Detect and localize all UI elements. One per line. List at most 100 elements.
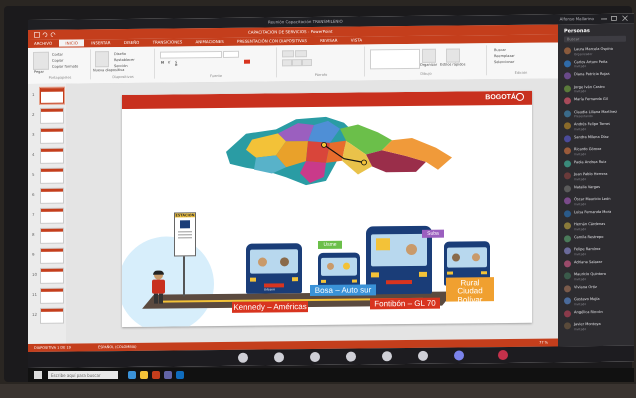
participant-name: Adriana Salazar — [574, 259, 603, 264]
tab-presentacion[interactable]: PRESENTACIÓN CON DIAPOSITIVAS — [231, 37, 313, 45]
raise-hand-icon[interactable] — [382, 351, 392, 362]
slide-thumbnail[interactable]: 6 — [32, 187, 64, 204]
slide-thumbnail[interactable]: 8 — [32, 227, 64, 244]
participant-row[interactable]: Paola Andrea Ruiz — [562, 158, 632, 170]
slides-group: Nueva diapositiva Diseño Restablecer Sec… — [92, 48, 155, 80]
participant-row[interactable]: Felipe Ramírez Invitado — [562, 246, 632, 258]
paste-button[interactable] — [33, 51, 49, 70]
participant-row[interactable]: Hernán Cárdenas Invitado — [562, 221, 632, 233]
file-explorer-icon[interactable] — [140, 371, 148, 379]
bullets-button[interactable] — [282, 50, 294, 58]
layout-button[interactable]: Diseño — [114, 52, 126, 56]
underline-button[interactable]: S — [175, 60, 177, 64]
participant-row[interactable]: Diana Patricia Rojas — [562, 71, 632, 83]
taskbar-search[interactable]: Escribe aquí para buscar — [48, 371, 118, 379]
tab-revisar[interactable]: REVISAR — [314, 37, 343, 44]
share-screen-icon[interactable] — [310, 351, 320, 363]
tab-transiciones[interactable]: TRANSICIONES — [147, 38, 189, 45]
find-button[interactable]: Buscar — [494, 48, 506, 52]
slide-thumbnail[interactable]: 7 — [32, 207, 64, 224]
participant-row[interactable]: Angélica Rincón — [562, 308, 632, 320]
participant-row[interactable]: Andrés Felipe Torres Invitado — [562, 121, 632, 133]
tab-animaciones[interactable]: ANIMACIONES — [190, 38, 230, 45]
reset-button[interactable]: Restablecer — [114, 58, 135, 62]
slide-thumbnail[interactable]: 5 — [32, 167, 64, 184]
quick-styles-button[interactable] — [446, 48, 460, 63]
participants-search[interactable]: Buscar — [564, 35, 626, 43]
slide-thumbnail[interactable]: 9 — [32, 247, 64, 264]
minimize-icon[interactable] — [600, 15, 608, 22]
italic-button[interactable]: K — [168, 61, 170, 65]
new-slide-button[interactable] — [95, 51, 109, 68]
edge-icon[interactable] — [128, 371, 136, 379]
save-icon[interactable] — [34, 32, 40, 38]
participant-row[interactable]: Natalia Vargas — [562, 183, 632, 195]
avatar — [564, 259, 571, 267]
bold-button[interactable]: N — [161, 61, 164, 65]
start-icon[interactable] — [34, 371, 42, 379]
replace-button[interactable]: Reemplazar — [494, 54, 515, 58]
hang-up-icon[interactable] — [498, 349, 508, 361]
tab-diseno[interactable]: DISEÑO — [118, 39, 145, 46]
align-left-button[interactable] — [282, 59, 292, 67]
format-painter-button[interactable]: Copiar formato — [52, 64, 78, 68]
slide-thumbnail[interactable]: 12 — [32, 307, 64, 324]
participant-row[interactable]: Mauricio Quintero Invitado — [562, 271, 632, 283]
numbering-button[interactable] — [295, 50, 307, 58]
chat-icon[interactable] — [418, 350, 428, 361]
participant-row[interactable]: Laura Marcela Ospina Organizador — [562, 46, 632, 58]
camera-icon[interactable] — [238, 352, 248, 363]
participant-row[interactable]: Viviana Ortiz — [562, 283, 632, 295]
font-size-select[interactable] — [223, 50, 239, 58]
align-center-button[interactable] — [292, 59, 302, 67]
participant-row[interactable]: Carlos Arturo Peña Invitado — [562, 58, 632, 70]
tab-inicio[interactable]: INICIO — [59, 39, 84, 47]
copy-button[interactable]: Copiar — [52, 59, 63, 63]
participant-row[interactable]: Luisa Fernanda Mora — [562, 208, 632, 220]
participant-row[interactable]: Javier Montoya Invitado — [562, 321, 632, 333]
slide-thumbnail[interactable]: 1 — [32, 87, 64, 104]
bus-brand-label: Urbano — [264, 287, 275, 292]
section-button[interactable]: Sección — [114, 64, 128, 68]
participants-icon[interactable] — [454, 350, 464, 361]
participant-row[interactable]: Juan Pablo Herrera Invitado — [562, 171, 632, 183]
participant-row[interactable]: Camila Restrepo — [562, 233, 632, 245]
participant-row[interactable]: Jorge Iván Castro Invitado — [562, 83, 632, 95]
participant-name: Luisa Fernanda Mora — [574, 209, 612, 214]
cut-button[interactable]: Cortar — [52, 53, 63, 57]
powerpoint-icon[interactable] — [152, 371, 160, 379]
participant-row[interactable]: María Fernanda Gil — [562, 96, 632, 108]
tab-insertar[interactable]: INSERTAR — [85, 39, 116, 46]
participant-row[interactable]: Sandra Milena Díaz — [562, 133, 632, 145]
avatar — [564, 122, 571, 130]
slide-thumbnail[interactable]: 10 — [32, 267, 64, 284]
slide-thumbnail[interactable]: 2 — [32, 107, 64, 124]
undo-icon[interactable] — [42, 32, 48, 38]
participant-row[interactable]: Adriana Salazar — [562, 258, 632, 270]
language-indicator[interactable]: ESPAÑOL (COLOMBIA) — [98, 345, 137, 349]
align-right-button[interactable] — [302, 59, 312, 67]
participant-row[interactable]: Claudia Liliana Martínez Presentando — [562, 108, 632, 120]
participant-row[interactable]: Ricardo Gómez Invitado — [562, 146, 632, 158]
slide-canvas[interactable]: BOGOTÁ ESTACIÓN Urbano Kennedy – América… — [122, 90, 532, 328]
slide-thumbnail[interactable]: 3 — [32, 127, 64, 144]
more-options-icon[interactable] — [346, 351, 356, 362]
slide-thumbnail[interactable]: 4 — [32, 147, 64, 164]
outlook-icon[interactable] — [176, 371, 184, 379]
participant-row[interactable]: Óscar Mauricio León Invitado — [562, 196, 632, 208]
redo-icon[interactable] — [50, 32, 56, 38]
tab-vista[interactable]: VISTA — [345, 36, 368, 43]
participant-row[interactable]: Gustavo Mejía Invitado — [562, 296, 632, 308]
font-color-icon[interactable] — [244, 59, 250, 64]
slide-thumbnail[interactable]: 11 — [32, 287, 64, 304]
arrange-button[interactable] — [422, 48, 436, 63]
select-button[interactable]: Seleccionar — [494, 60, 514, 64]
tab-archivo[interactable]: ARCHIVO — [28, 40, 58, 47]
zoom-level[interactable]: 77 % — [539, 341, 548, 345]
microphone-icon[interactable] — [274, 352, 284, 363]
font-family-select[interactable] — [160, 50, 222, 59]
maximize-icon[interactable] — [610, 15, 618, 22]
close-icon[interactable] — [621, 15, 629, 22]
teams-icon[interactable] — [164, 371, 172, 379]
shapes-gallery[interactable] — [370, 48, 420, 70]
